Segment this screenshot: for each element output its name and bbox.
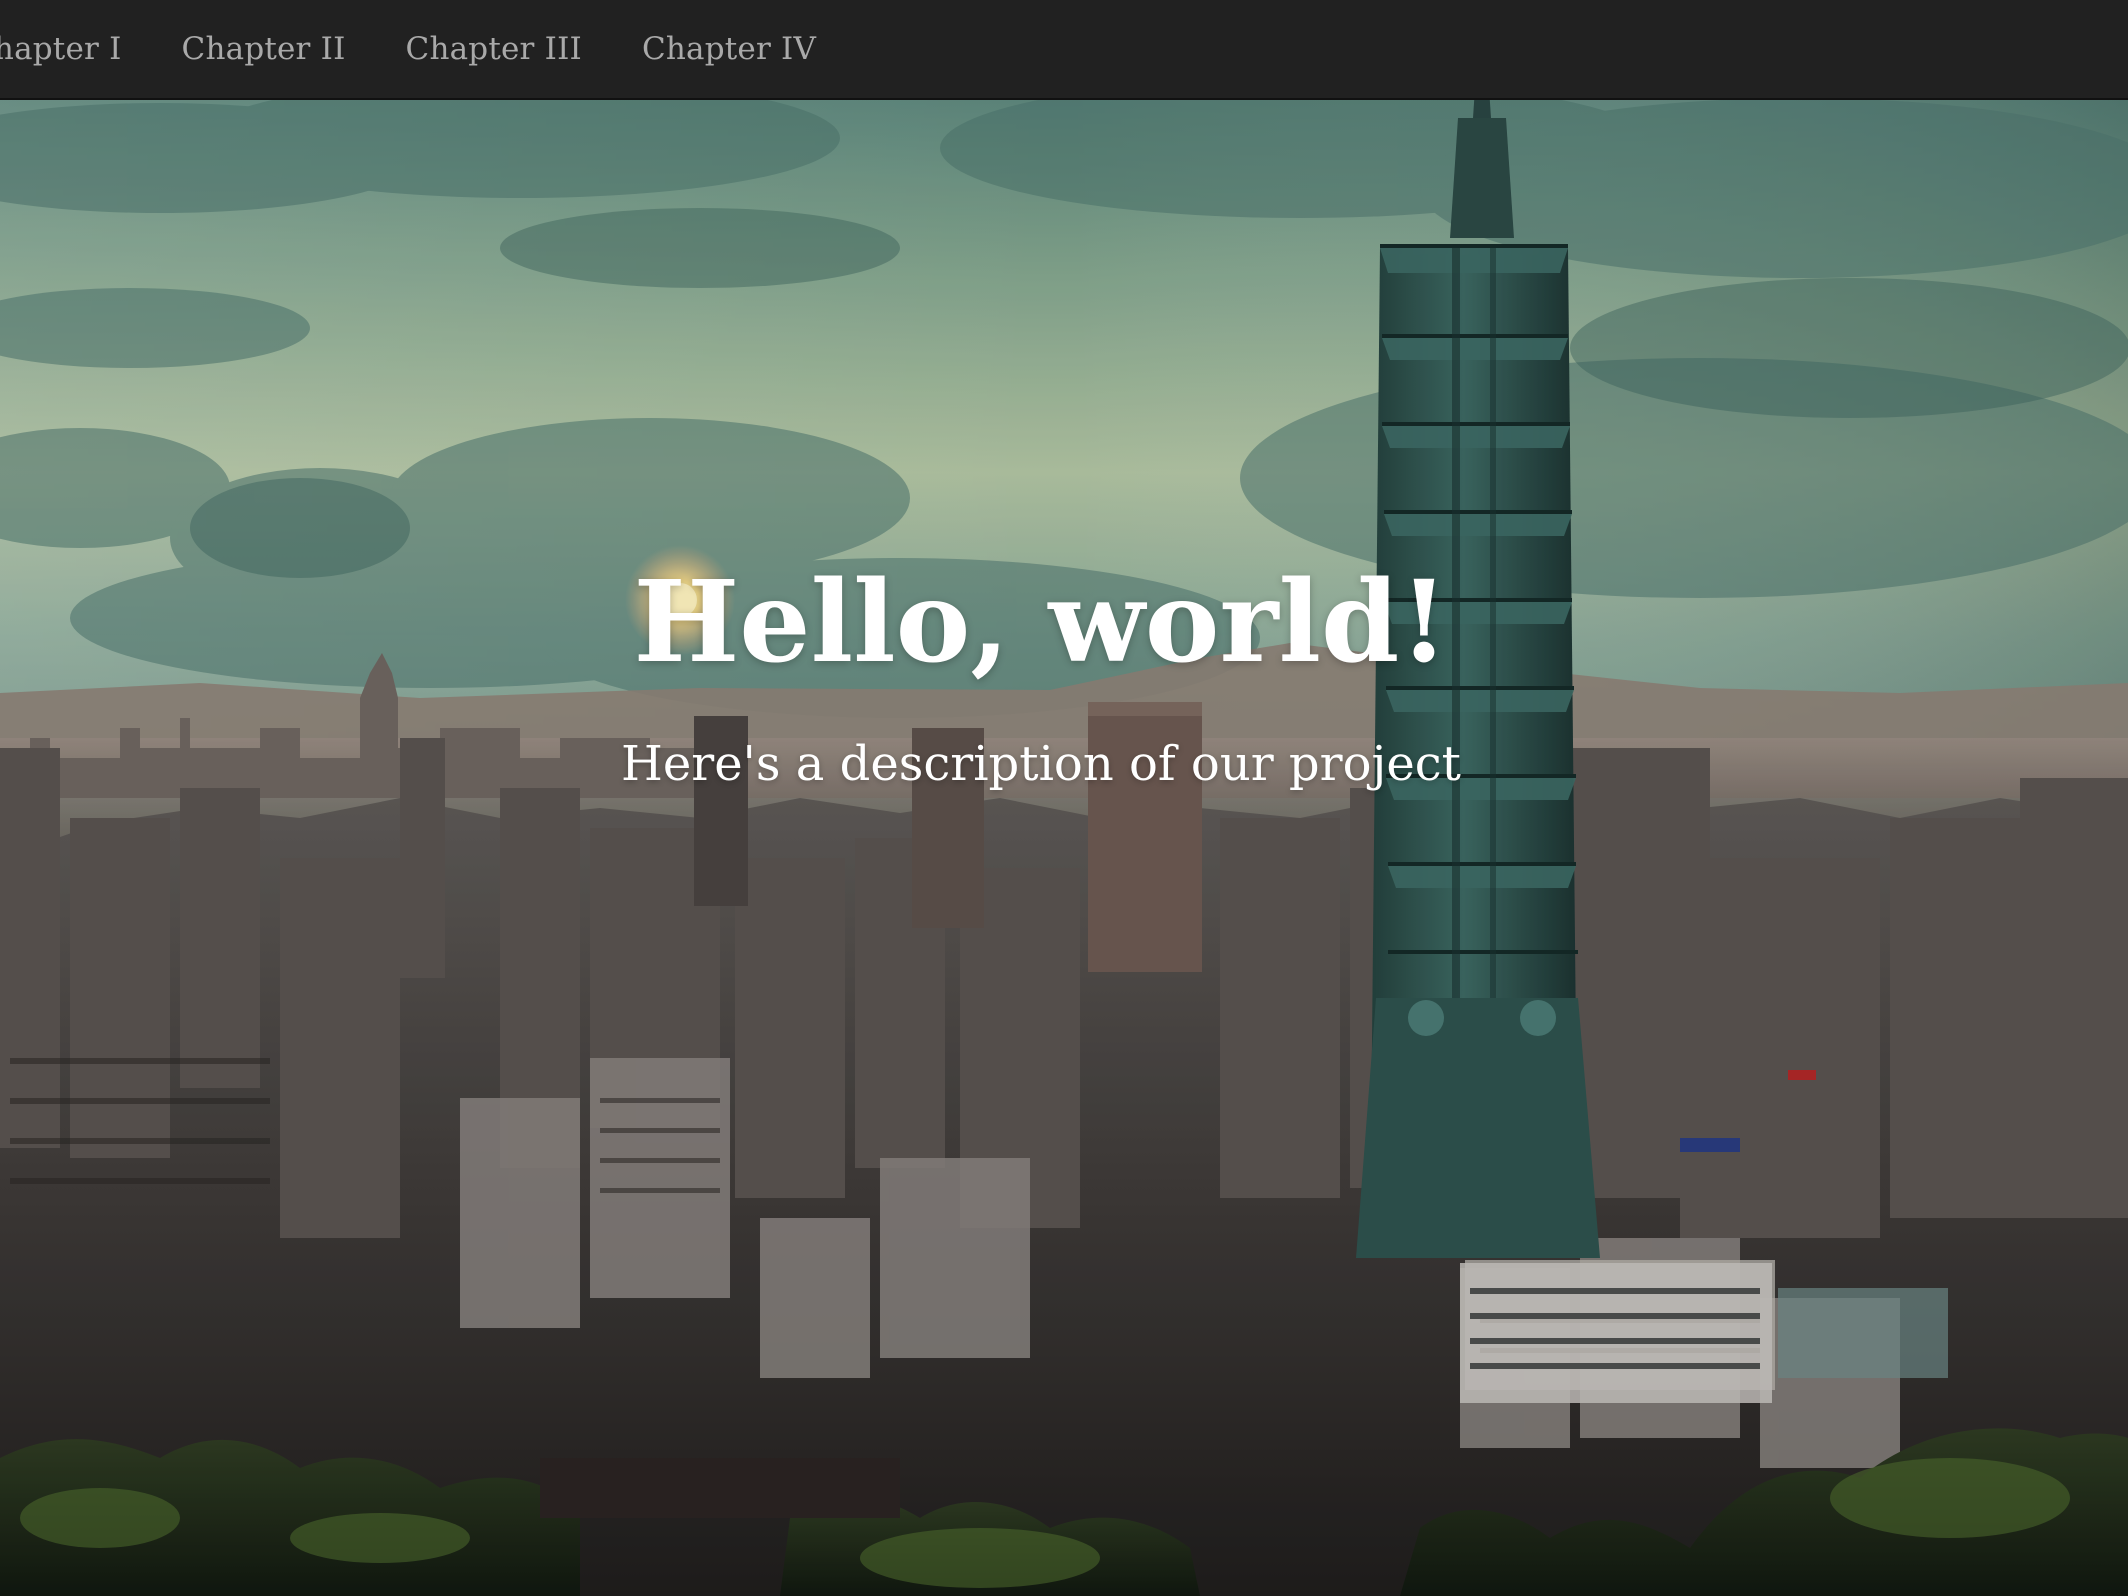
nav-link-chapter-4[interactable]: Chapter IV [642, 31, 816, 67]
hero-text-block: Hello, world! Here's a description of ou… [0, 98, 2128, 1596]
hero-subtitle: Here's a description of our project [621, 736, 1461, 792]
top-navbar: Chapter I Chapter II Chapter III Chapter… [0, 0, 2128, 100]
nav-link-chapter-2[interactable]: Chapter II [182, 31, 346, 67]
nav-link-chapter-1[interactable]: Chapter I [0, 31, 122, 67]
hero-section: Hello, world! Here's a description of ou… [0, 98, 2128, 1596]
hero-title: Hello, world! [633, 557, 1449, 688]
nav-links: Chapter I Chapter II Chapter III Chapter… [0, 0, 816, 98]
page: Chapter I Chapter II Chapter III Chapter… [0, 0, 2128, 1596]
nav-link-chapter-3[interactable]: Chapter III [406, 31, 582, 67]
